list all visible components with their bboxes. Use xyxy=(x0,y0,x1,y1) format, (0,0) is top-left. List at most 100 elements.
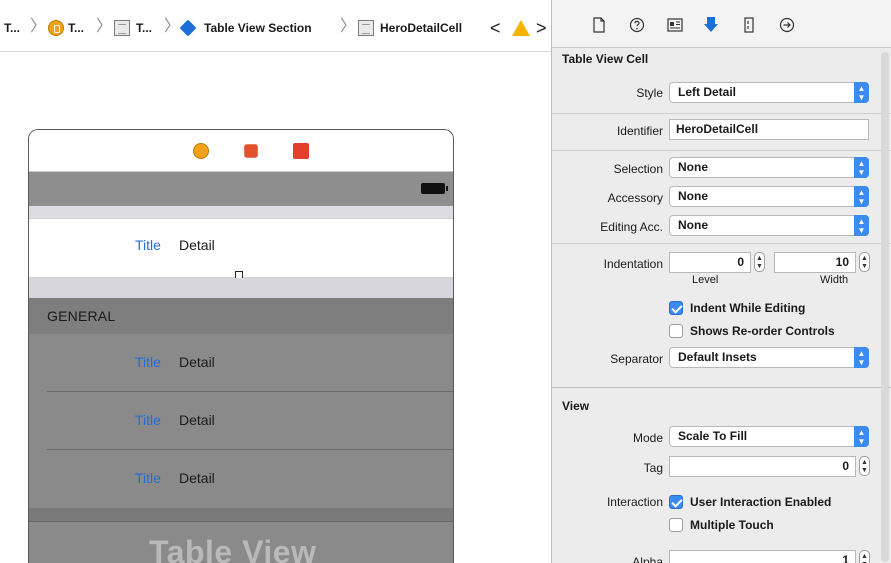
cell-title-label: Title xyxy=(135,470,161,486)
alpha-field[interactable]: 1 xyxy=(669,550,856,563)
jump-bar-crumb[interactable]: T... xyxy=(4,18,20,38)
section-title-table-view-cell: Table View Cell xyxy=(562,52,649,66)
file-inspector-icon[interactable] xyxy=(590,16,608,34)
selection-value: None xyxy=(678,160,708,174)
storyboard-editor: T... 〉 T... 〉 T... 〉 Table View Section … xyxy=(0,0,551,563)
jump-bar-crumb[interactable]: T... xyxy=(136,18,152,38)
jump-bar-crumb-table-view[interactable] xyxy=(114,18,130,38)
cell-detail-label: Detail xyxy=(179,412,215,428)
tag-label: Tag xyxy=(643,461,663,475)
selected-table-cell[interactable]: Title Detail xyxy=(29,218,453,279)
section-gap xyxy=(29,206,453,218)
indent-while-editing-label[interactable]: Indent While Editing xyxy=(690,301,805,315)
mode-popup[interactable]: Scale To Fill ▲ ▼ xyxy=(669,426,869,447)
style-value: Left Detail xyxy=(678,85,737,99)
first-responder-icon[interactable] xyxy=(244,144,258,158)
crumb-separator: 〉 xyxy=(96,18,113,35)
indentation-label: Indentation xyxy=(603,257,663,271)
section-gap xyxy=(29,278,453,298)
mode-value: Scale To Fill xyxy=(678,429,748,443)
view-controller-icon[interactable] xyxy=(193,143,209,159)
separator-label: Separator xyxy=(610,352,663,366)
scene-canvas[interactable]: Title Detail GENERAL Title Detail Title … xyxy=(28,129,454,563)
table-cell[interactable]: Title Detail xyxy=(29,334,453,392)
identifier-field[interactable]: HeroDetailCell xyxy=(669,119,869,140)
cell-detail-label: Detail xyxy=(179,354,215,370)
status-bar xyxy=(29,172,453,206)
editing-accessory-label: Editing Acc. xyxy=(600,220,663,234)
cell-title-label: Title xyxy=(135,412,161,428)
section-divider xyxy=(552,387,891,388)
view-controller-icon xyxy=(48,20,64,36)
table-view-watermark: Table View xyxy=(149,534,317,563)
divider xyxy=(552,243,891,244)
interaction-label: Interaction xyxy=(606,495,663,509)
warning-button[interactable] xyxy=(512,18,530,38)
style-popup[interactable]: Left Detail ▲ ▼ xyxy=(669,82,869,103)
mode-label: Mode xyxy=(632,431,663,445)
table-cell-icon xyxy=(358,20,374,36)
quick-help-icon[interactable] xyxy=(628,16,646,34)
indent-while-editing-checkbox[interactable] xyxy=(669,301,683,315)
popup-arrows-icon: ▲ ▼ xyxy=(854,186,869,207)
popup-arrows-icon: ▲ ▼ xyxy=(854,157,869,178)
shows-reorder-controls-label[interactable]: Shows Re-order Controls xyxy=(690,324,835,338)
alpha-label: Alpha xyxy=(632,555,663,563)
inspector-scrollbar[interactable] xyxy=(881,52,889,562)
inspector-toolbar xyxy=(552,0,891,48)
attributes-inspector: Table View Cell Style Left Detail ▲ ▼ Ide… xyxy=(551,0,891,563)
separator-value: Default Insets xyxy=(678,350,757,364)
table-cell[interactable]: Title Detail xyxy=(29,392,453,450)
battery-icon xyxy=(421,183,448,194)
alpha-stepper[interactable]: ▲▼ xyxy=(859,550,870,563)
scene-dock xyxy=(29,130,453,172)
tag-field[interactable]: 0 xyxy=(669,456,856,477)
exit-icon[interactable] xyxy=(293,143,309,159)
jump-bar-crumb[interactable]: T... xyxy=(68,18,84,38)
nav-forward-button[interactable]: > xyxy=(536,18,547,38)
indentation-width-field[interactable]: 10 xyxy=(774,252,856,273)
popup-arrows-icon: ▲ ▼ xyxy=(854,347,869,368)
section-title-view: View xyxy=(562,399,590,413)
nav-back-button[interactable]: < xyxy=(490,18,501,38)
indentation-level-stepper[interactable]: ▲ ▼ xyxy=(754,252,765,272)
warning-icon xyxy=(512,20,530,36)
identity-inspector-icon[interactable] xyxy=(666,16,684,34)
user-interaction-enabled-label[interactable]: User Interaction Enabled xyxy=(690,495,831,509)
selection-popup[interactable]: None ▲ ▼ xyxy=(669,157,869,178)
accessory-value: None xyxy=(678,189,708,203)
selection-label: Selection xyxy=(613,162,663,176)
jump-bar-crumb-section[interactable] xyxy=(179,18,197,38)
crumb-separator: 〉 xyxy=(164,18,181,35)
jump-bar-crumb-cell[interactable] xyxy=(358,18,374,38)
user-interaction-enabled-checkbox[interactable] xyxy=(669,495,683,509)
editing-accessory-popup[interactable]: None ▲ ▼ xyxy=(669,215,869,236)
level-caption: Level xyxy=(692,274,719,286)
editing-accessory-value: None xyxy=(678,218,708,232)
popup-arrows-icon: ▲ ▼ xyxy=(854,426,869,447)
accessory-label: Accessory xyxy=(607,191,663,205)
style-label: Style xyxy=(636,86,663,100)
size-inspector-icon[interactable] xyxy=(740,16,758,34)
jump-bar-crumb-view-controller[interactable] xyxy=(48,18,64,38)
connections-inspector-icon[interactable] xyxy=(778,16,796,34)
jump-bar-crumb-cell-label[interactable]: HeroDetailCell xyxy=(380,18,462,38)
accessory-popup[interactable]: None ▲ ▼ xyxy=(669,186,869,207)
indentation-width-stepper[interactable]: ▲ ▼ xyxy=(859,252,870,272)
table-section-icon xyxy=(179,19,197,37)
indentation-level-field[interactable]: 0 xyxy=(669,252,751,273)
separator-popup[interactable]: Default Insets ▲ ▼ xyxy=(669,347,869,368)
table-view-icon xyxy=(114,20,130,36)
multiple-touch-checkbox[interactable] xyxy=(669,518,683,532)
jump-bar-crumb-section-label[interactable]: Table View Section xyxy=(204,18,312,38)
cell-detail-label: Detail xyxy=(179,470,215,486)
tag-stepper[interactable]: ▲ ▼ xyxy=(859,456,870,476)
table-cell[interactable]: Title Detail xyxy=(29,450,453,508)
shows-reorder-controls-checkbox[interactable] xyxy=(669,324,683,338)
multiple-touch-label[interactable]: Multiple Touch xyxy=(690,518,774,532)
crumb-separator: 〉 xyxy=(30,18,47,35)
popup-arrows-icon: ▲ ▼ xyxy=(854,82,869,103)
section-header[interactable]: GENERAL xyxy=(29,298,453,334)
popup-arrows-icon: ▲ ▼ xyxy=(854,215,869,236)
attributes-inspector-icon[interactable] xyxy=(702,16,720,34)
